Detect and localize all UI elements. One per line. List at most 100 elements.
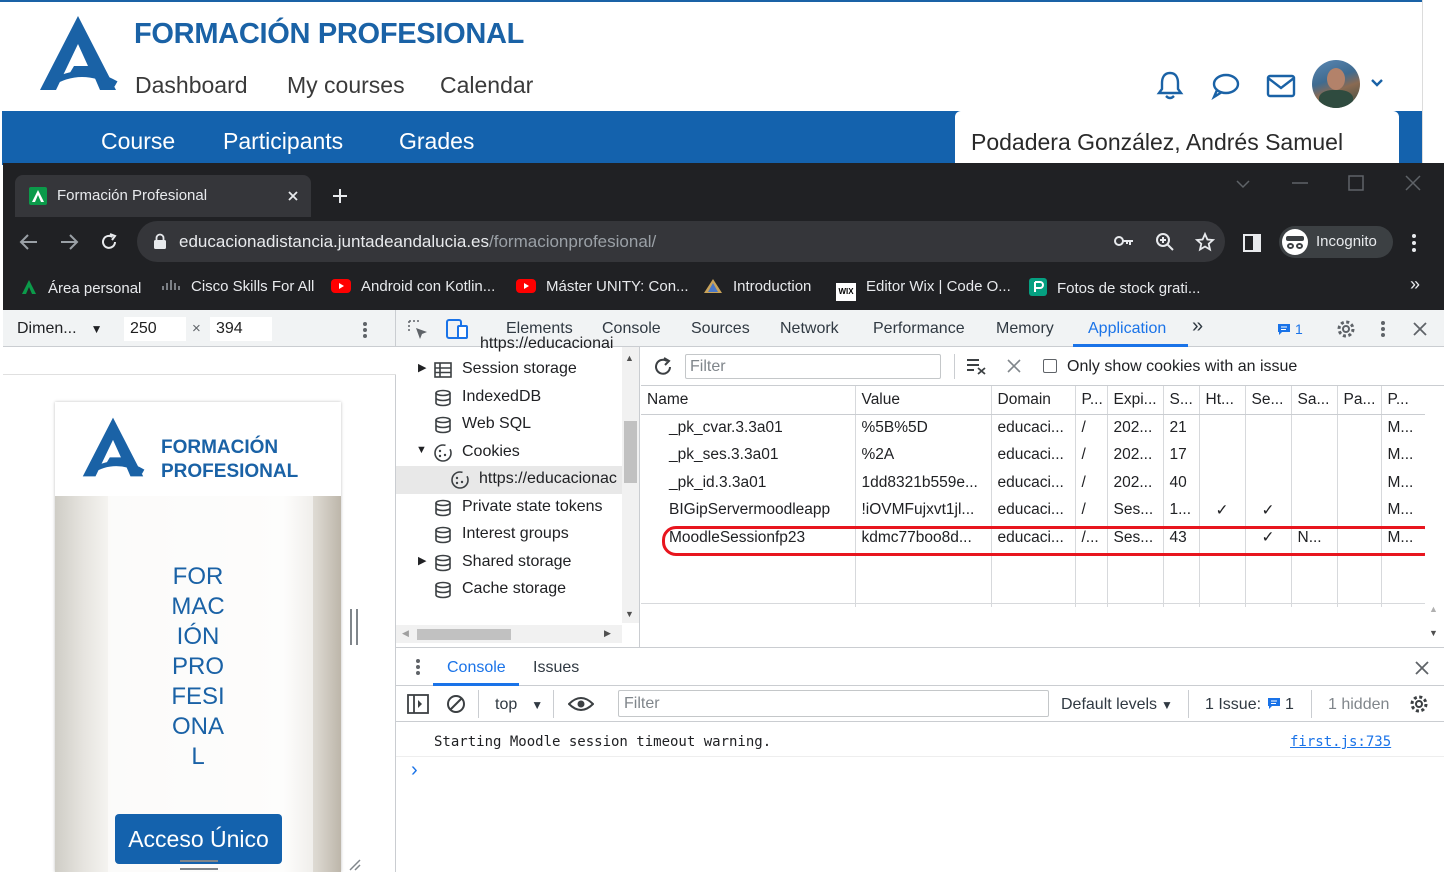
tree-web-sql[interactable]: Web SQL <box>396 411 622 439</box>
bookmarks-overflow[interactable]: » <box>1410 274 1420 295</box>
scroll-down-icon[interactable]: ▼ <box>1429 628 1438 638</box>
tab-sources[interactable]: Sources <box>691 320 750 338</box>
tree-item-partial[interactable]: https://educacionai <box>480 335 613 353</box>
acceso-unico-button[interactable]: Acceso Único <box>115 814 282 864</box>
mail-icon[interactable] <box>1266 74 1296 98</box>
cookie-filter-input[interactable]: Filter <box>685 354 941 379</box>
col-path[interactable]: P... <box>1075 386 1108 415</box>
device-more-icon[interactable] <box>362 321 368 339</box>
tree-vscrollbar[interactable]: ▲ ▼ <box>622 347 639 623</box>
chat-icon[interactable] <box>1211 72 1241 100</box>
scroll-down-icon[interactable]: ▼ <box>625 609 634 619</box>
zoom-icon[interactable] <box>1155 232 1175 252</box>
nav-calendar[interactable]: Calendar <box>440 72 533 99</box>
log-levels-dropdown[interactable]: Default levels ▼ <box>1061 696 1173 714</box>
close-tab-icon[interactable] <box>287 190 299 202</box>
col-value[interactable]: Value <box>855 386 992 415</box>
tree-cache-storage[interactable]: Cache storage <box>396 576 622 604</box>
col-samesite[interactable]: Sa... <box>1291 386 1338 415</box>
participants-tab[interactable]: Participants <box>223 128 343 155</box>
close-drawer-icon[interactable] <box>1414 660 1430 676</box>
cookie-row[interactable]: BIGipServermoodleapp !iOVMFujxvt1jl... e… <box>641 496 1426 524</box>
back-icon[interactable] <box>19 233 39 251</box>
tree-session-storage[interactable]: ▶ Session storage <box>396 356 622 384</box>
nav-dashboard[interactable]: Dashboard <box>135 72 248 99</box>
tab-search-icon[interactable] <box>1235 179 1251 189</box>
clear-filtered-icon[interactable] <box>965 357 987 375</box>
col-size[interactable]: S... <box>1163 386 1200 415</box>
chrome-menu-icon[interactable] <box>1411 233 1417 253</box>
height-input[interactable]: 394 <box>210 317 272 341</box>
bookmark-master-unity[interactable]: Máster UNITY: Con... <box>516 278 689 295</box>
bookmark-star-icon[interactable] <box>1195 232 1215 252</box>
eye-icon[interactable] <box>568 696 594 712</box>
bookmark-editor-wix[interactable]: WIX Editor Wix | Code O... <box>836 278 1011 301</box>
sidebar-toggle-icon[interactable] <box>407 694 429 714</box>
url-text[interactable]: educacionadistancia.juntadeandalucia.es/… <box>179 232 656 252</box>
drawer-tab-issues[interactable]: Issues <box>533 659 579 677</box>
minimize-icon[interactable] <box>1291 181 1309 185</box>
lock-icon[interactable] <box>153 233 167 250</box>
key-icon[interactable] <box>1114 234 1134 248</box>
grades-tab[interactable]: Grades <box>399 128 474 155</box>
bookmark-area-personal[interactable]: Área personal <box>20 278 141 297</box>
col-httponly[interactable]: Ht... <box>1199 386 1246 415</box>
context-selector[interactable]: top ▼ <box>495 696 543 714</box>
address-bar[interactable]: educacionadistancia.juntadeandalucia.es/… <box>137 221 1225 262</box>
width-input[interactable]: 250 <box>124 317 186 341</box>
tab-performance[interactable]: Performance <box>873 320 965 338</box>
console-filter-input[interactable]: Filter <box>618 690 1049 717</box>
cookie-row[interactable]: _pk_cvar.3.3a01 %5B%5D educaci... / 202.… <box>641 414 1426 442</box>
devtools-menu-icon[interactable] <box>1380 320 1386 338</box>
cookies-vscrollbar[interactable]: ▲ ▼ <box>1425 386 1444 647</box>
inspect-element-icon[interactable] <box>407 319 429 341</box>
col-partition[interactable]: Pa... <box>1337 386 1382 415</box>
console-prompt[interactable]: › <box>411 759 418 782</box>
tree-vscroll-thumb[interactable] <box>624 421 637 483</box>
tab-network[interactable]: Network <box>780 320 839 338</box>
cookie-row[interactable]: _pk_id.3.3a01 1dd8321b559e... educaci...… <box>641 469 1426 497</box>
user-avatar[interactable] <box>1312 60 1360 108</box>
device-dropdown[interactable]: Dimen... ▼ <box>17 320 102 338</box>
device-toggle-icon[interactable] <box>445 318 469 340</box>
source-link[interactable]: first.js:735 <box>1290 734 1391 750</box>
tree-cookies-origin[interactable]: https://educacionac <box>396 466 622 494</box>
clear-console-icon[interactable] <box>446 694 466 714</box>
col-expires[interactable]: Expi... <box>1107 386 1164 415</box>
tab-memory[interactable]: Memory <box>996 320 1054 338</box>
cookie-row[interactable]: _pk_ses.3.3a01 %2A educaci... / 202... 1… <box>641 441 1426 469</box>
close-devtools-icon[interactable] <box>1412 321 1428 337</box>
scroll-left-icon[interactable]: ◀ <box>402 628 409 639</box>
tree-cookies[interactable]: ▼ Cookies <box>396 439 622 467</box>
nav-my-courses[interactable]: My courses <box>287 72 405 99</box>
resize-handle-right[interactable] <box>350 609 358 645</box>
resize-handle-bottom[interactable] <box>180 860 218 870</box>
reload-icon[interactable] <box>99 232 119 252</box>
expand-arrow-icon[interactable]: ▶ <box>418 554 426 567</box>
tree-hscroll-thumb[interactable] <box>417 629 511 640</box>
tab-application[interactable]: Application <box>1088 320 1166 338</box>
tree-hscrollbar[interactable]: ◀ ▶ <box>396 625 622 643</box>
tree-private-state-tokens[interactable]: Private state tokens <box>396 494 622 522</box>
close-window-icon[interactable] <box>1405 175 1421 191</box>
issues-counter[interactable]: 1 Issue: 1 <box>1205 696 1294 714</box>
new-tab-icon[interactable] <box>331 187 349 205</box>
incognito-badge[interactable]: Incognito <box>1279 226 1393 258</box>
col-domain[interactable]: Domain <box>991 386 1076 415</box>
chevron-down-icon[interactable] <box>1370 78 1384 88</box>
site-title[interactable]: FORMACIÓN PROFESIONAL <box>134 18 524 51</box>
page-scrollbar[interactable] <box>1422 0 1444 165</box>
resize-corner-icon[interactable] <box>346 856 362 872</box>
drawer-tab-console[interactable]: Console <box>447 659 506 677</box>
refresh-icon[interactable] <box>652 356 674 378</box>
forward-icon[interactable] <box>59 233 79 251</box>
side-panel-icon[interactable] <box>1243 234 1261 252</box>
delete-selected-icon[interactable] <box>1007 359 1021 373</box>
bookmark-fotos-stock[interactable]: Fotos de stock grati... <box>1029 278 1200 297</box>
drawer-menu-icon[interactable] <box>415 658 421 676</box>
console-settings-gear-icon[interactable] <box>1408 693 1430 715</box>
issues-badge[interactable]: 1 <box>1277 321 1303 337</box>
collapse-arrow-icon[interactable]: ▼ <box>416 444 427 456</box>
col-priority[interactable]: P... <box>1381 386 1426 415</box>
course-tab[interactable]: Course <box>101 128 175 155</box>
